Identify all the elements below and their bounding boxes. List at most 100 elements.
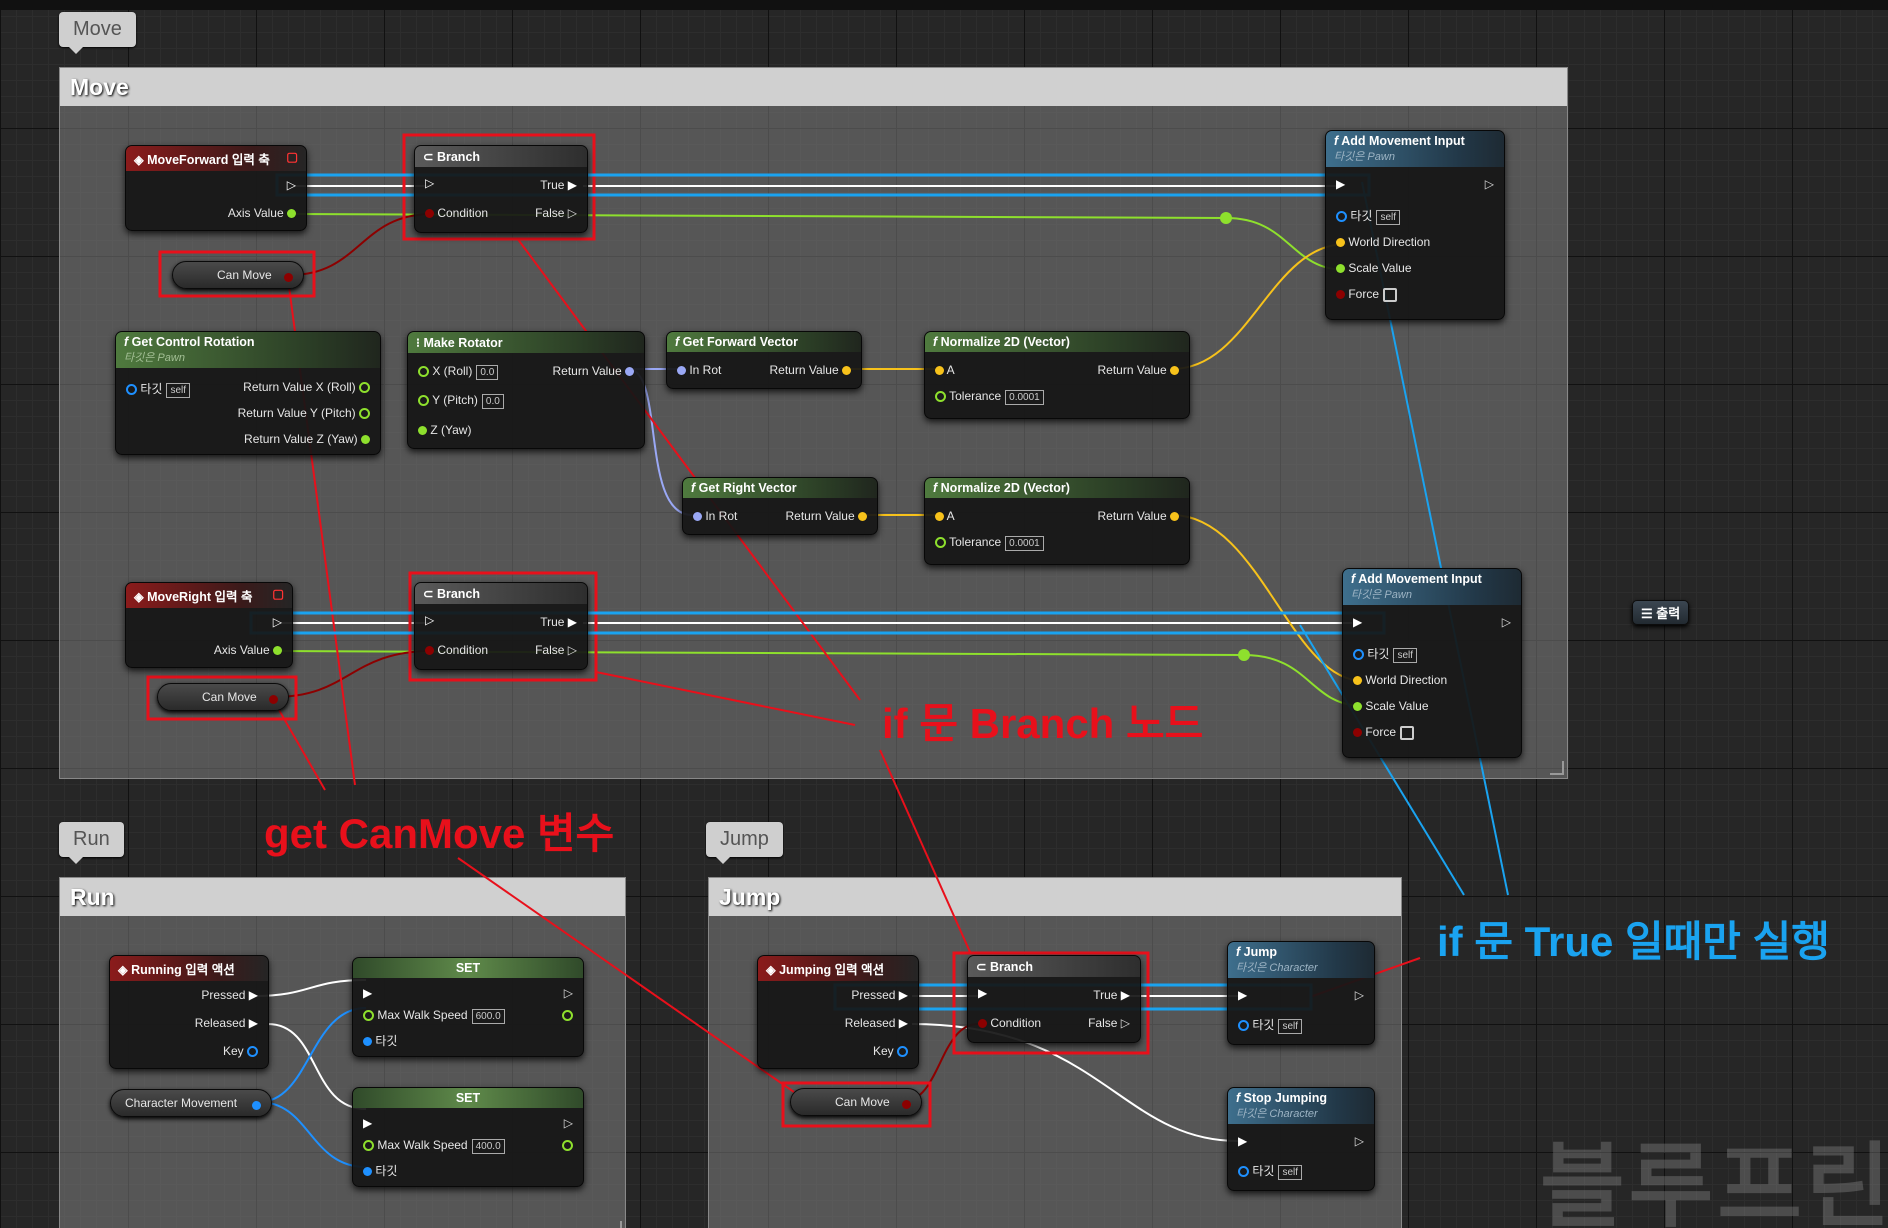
a-pin[interactable]: A	[935, 509, 955, 523]
key-pin[interactable]: Key	[873, 1044, 908, 1058]
target-pin[interactable]: 타깃	[363, 1162, 397, 1179]
delegate-pin-icon[interactable]: ▢	[286, 149, 298, 164]
set-max-walk-speed-node[interactable]: SET ▶ ▷ Max Walk Speed 600.0 타깃	[352, 957, 584, 1057]
output-value-pin[interactable]	[562, 1138, 573, 1152]
add-movement-input-node[interactable]: f Add Movement Input 타깃은 Pawn ▶ ▷ 타깃 self …	[1342, 568, 1522, 758]
return-z-pin[interactable]: Return Value Z (Yaw)	[244, 432, 370, 446]
exec-output-pin[interactable]: ▷	[564, 986, 573, 1000]
exec-output-pin[interactable]: ▷	[1355, 1134, 1364, 1148]
exec-input-pin[interactable]: ▶	[363, 1116, 372, 1130]
true-exec-pin[interactable]: True ▶	[1093, 988, 1130, 1002]
branch-icon: ⊂	[976, 960, 987, 974]
exec-input-pin[interactable]: ▶	[1336, 177, 1345, 191]
jumping-input-action-node[interactable]: ◈ Jumping 입력 액션 Pressed ▶ Released ▶ Key	[757, 955, 919, 1069]
world-direction-pin[interactable]: World Direction	[1336, 235, 1430, 249]
target-pin[interactable]: 타깃 self	[1336, 207, 1400, 225]
output-value-pin[interactable]	[562, 1008, 573, 1022]
branch-node[interactable]: ⊂ Branch ▷ True ▶ Condition False ▷	[414, 582, 588, 670]
target-pin[interactable]: 타깃 self	[1238, 1162, 1302, 1180]
stop-jumping-function-node[interactable]: f Stop Jumping 타깃은 Character ▶ ▷ 타깃 self	[1227, 1087, 1375, 1191]
force-pin[interactable]: Force	[1336, 287, 1398, 302]
condition-pin[interactable]: Condition	[425, 206, 488, 220]
released-exec-pin[interactable]: Released ▶	[845, 1016, 908, 1030]
exec-input-pin[interactable]: ▶	[1238, 1134, 1247, 1148]
return-value-pin[interactable]: Return Value	[553, 364, 634, 378]
false-exec-pin[interactable]: False ▷	[535, 643, 577, 657]
set-max-walk-speed-node[interactable]: SET ▶ ▷ Max Walk Speed 400.0 타깃	[352, 1087, 584, 1187]
exec-output-pin[interactable]: ▷	[564, 1116, 573, 1130]
pressed-exec-pin[interactable]: Pressed ▶	[851, 988, 908, 1002]
get-control-rotation-node[interactable]: f Get Control Rotation 타깃은 Pawn 타깃 self Re…	[115, 331, 381, 455]
z-yaw-pin[interactable]: Z (Yaw)	[418, 423, 471, 437]
force-checkbox[interactable]	[1383, 287, 1398, 302]
force-checkbox[interactable]	[1400, 725, 1415, 740]
pressed-exec-pin[interactable]: Pressed ▶	[201, 988, 258, 1002]
target-pin[interactable]: 타깃 self	[1353, 645, 1417, 663]
struct-icon: ⁝	[416, 336, 420, 350]
condition-pin[interactable]: Condition	[425, 643, 488, 657]
scale-value-pin[interactable]: Scale Value	[1353, 699, 1429, 713]
world-direction-pin[interactable]: World Direction	[1353, 673, 1447, 687]
in-rot-pin[interactable]: In Rot	[677, 363, 721, 377]
get-right-vector-node[interactable]: f Get Right Vector In Rot Return Value	[682, 477, 878, 535]
a-pin[interactable]: A	[935, 363, 955, 377]
get-forward-vector-node[interactable]: f Get Forward Vector In Rot Return Value	[666, 331, 862, 389]
max-walk-speed-pin[interactable]: Max Walk Speed 400.0	[363, 1138, 505, 1154]
force-pin[interactable]: Force	[1353, 725, 1415, 740]
exec-input-pin[interactable]: ▷	[425, 613, 434, 627]
in-rot-pin[interactable]: In Rot	[693, 509, 737, 523]
exec-input-pin[interactable]: ▶	[363, 986, 372, 1000]
return-value-pin[interactable]: Return Value	[786, 509, 867, 523]
jump-function-node[interactable]: f Jump 타깃은 Character ▶ ▷ 타깃 self	[1227, 941, 1375, 1045]
y-pitch-pin[interactable]: Y (Pitch) 0.0	[418, 393, 504, 409]
target-pin[interactable]: 타깃 self	[126, 380, 190, 398]
running-input-action-node[interactable]: ◈ Running 입력 액션 Pressed ▶ Released ▶ Key	[109, 955, 269, 1069]
exec-output-pin[interactable]: ▷	[287, 178, 296, 192]
axis-value-pin[interactable]: Axis Value	[228, 206, 296, 220]
make-rotator-node[interactable]: ⁝ Make Rotator X (Roll) 0.0 Return Value …	[407, 331, 645, 449]
blueprint-graph-canvas[interactable]: Move Move Run Run Jump Jump ◈ MoveForwar…	[0, 0, 1888, 1228]
moveright-input-axis-node[interactable]: ◈ MoveRight 입력 축 ▢ ▷ Axis Value	[125, 582, 293, 668]
can-move-variable-node[interactable]: Can Move	[157, 683, 289, 711]
key-pin[interactable]: Key	[223, 1044, 258, 1058]
max-walk-speed-pin[interactable]: Max Walk Speed 600.0	[363, 1008, 505, 1024]
scale-value-pin[interactable]: Scale Value	[1336, 261, 1412, 275]
exec-input-pin[interactable]: ▶	[1238, 988, 1247, 1002]
delegate-pin-icon[interactable]: ▢	[272, 586, 284, 601]
exec-output-pin[interactable]: ▷	[1502, 615, 1511, 629]
exec-input-pin[interactable]: ▶	[978, 986, 987, 1000]
target-pin[interactable]: 타깃	[363, 1032, 397, 1049]
x-roll-pin[interactable]: X (Roll) 0.0	[418, 364, 499, 380]
normalize-2d-node[interactable]: f Normalize 2D (Vector) A Return Value T…	[924, 331, 1190, 419]
branch-node[interactable]: ⊂ Branch ▶ True ▶ Condition False ▷	[967, 955, 1141, 1043]
moveforward-input-axis-node[interactable]: ◈ MoveForward 입력 축 ▢ ▷ Axis Value	[125, 145, 307, 231]
true-exec-pin[interactable]: True ▶	[540, 178, 577, 192]
return-value-pin[interactable]: Return Value	[1098, 363, 1179, 377]
exec-output-pin[interactable]: ▷	[1355, 988, 1364, 1002]
branch-node[interactable]: ⊂ Branch ▷ True ▶ Condition False ▷	[414, 145, 588, 233]
exec-output-pin[interactable]: ▷	[273, 615, 282, 629]
character-movement-variable-node[interactable]: Character Movement	[110, 1089, 272, 1117]
tolerance-pin[interactable]: Tolerance 0.0001	[935, 535, 1044, 551]
can-move-variable-node[interactable]: Can Move	[790, 1088, 922, 1116]
can-move-variable-node[interactable]: Can Move	[172, 261, 304, 289]
add-movement-input-node[interactable]: f Add Movement Input 타깃은 Pawn ▶ ▷ 타깃 self …	[1325, 130, 1505, 320]
output-node[interactable]: ☰ 출력	[1632, 600, 1690, 625]
released-exec-pin[interactable]: Released ▶	[195, 1016, 258, 1030]
function-icon: f	[124, 335, 129, 349]
true-exec-pin[interactable]: True ▶	[540, 615, 577, 629]
return-value-pin[interactable]: Return Value	[1098, 509, 1179, 523]
normalize-2d-node[interactable]: f Normalize 2D (Vector) A Return Value T…	[924, 477, 1190, 565]
tolerance-pin[interactable]: Tolerance 0.0001	[935, 389, 1044, 405]
target-pin[interactable]: 타깃 self	[1238, 1016, 1302, 1034]
exec-output-pin[interactable]: ▷	[1485, 177, 1494, 191]
exec-input-pin[interactable]: ▶	[1353, 615, 1362, 629]
false-exec-pin[interactable]: False ▷	[535, 206, 577, 220]
return-x-pin[interactable]: Return Value X (Roll)	[243, 380, 370, 394]
exec-input-pin[interactable]: ▷	[425, 176, 434, 190]
return-value-pin[interactable]: Return Value	[770, 363, 851, 377]
false-exec-pin[interactable]: False ▷	[1088, 1016, 1130, 1030]
condition-pin[interactable]: Condition	[978, 1016, 1041, 1030]
return-y-pin[interactable]: Return Value Y (Pitch)	[238, 406, 370, 420]
axis-value-pin[interactable]: Axis Value	[214, 643, 282, 657]
